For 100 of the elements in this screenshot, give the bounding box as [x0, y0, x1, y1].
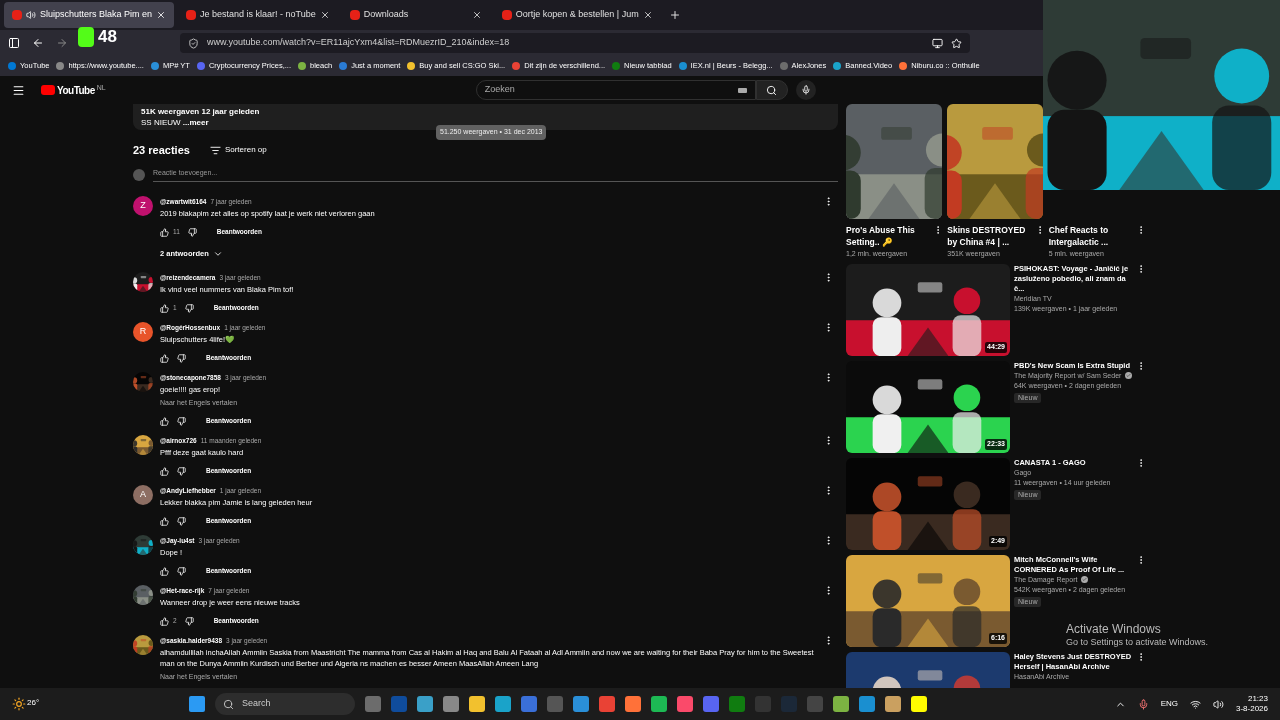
video-stats: 51K weergaven 12 jaar geleden: [141, 106, 261, 117]
favicon-icon: [512, 62, 521, 70]
back-icon[interactable]: [32, 37, 44, 49]
search-icon: [766, 84, 778, 96]
app-icon[interactable]: [469, 696, 486, 712]
short-title[interactable]: Pro's Abuse This Setting.. 🔑: [846, 224, 934, 248]
like-icon[interactable]: [160, 516, 169, 526]
verified-icon: [1081, 576, 1089, 583]
url-text: www.youtube.com/watch?v=ER11ajcYxm4&list=RDMuezrID_210&index=18: [207, 36, 511, 50]
search-icon: [223, 698, 235, 710]
favicon-icon: [501, 10, 512, 20]
comment-count: 23 reacties: [133, 142, 190, 158]
dislike-icon[interactable]: [184, 303, 194, 313]
close-icon[interactable]: [319, 10, 330, 20]
description-text: SS NIEUW ...meer: [141, 117, 210, 128]
like-icon[interactable]: [160, 416, 169, 426]
short-title[interactable]: Chef Reacts to Intergalactic ...: [1048, 224, 1136, 248]
close-icon[interactable]: [156, 10, 167, 20]
activation-title: Activate Windows: [1066, 622, 1162, 637]
sort-button[interactable]: Sorteren op: [209, 144, 267, 156]
voice-search-button[interactable]: [795, 80, 816, 100]
like-icon[interactable]: [160, 303, 169, 313]
dislike-icon[interactable]: [184, 616, 194, 626]
k-logo-icon: [78, 26, 94, 47]
volume-icon[interactable]: [1212, 698, 1224, 710]
counter-text: 48: [98, 26, 117, 48]
favicon-icon: [186, 10, 197, 20]
favicon-icon: [779, 62, 788, 70]
shield-icon: [188, 37, 199, 49]
search-button[interactable]: [755, 80, 788, 100]
dislike-icon[interactable]: [177, 516, 186, 526]
app-icon[interactable]: [833, 696, 850, 712]
tab-title: Sluipschutters Blaka Pim en: [40, 8, 153, 22]
dislike-icon[interactable]: [177, 466, 186, 476]
favicon-icon: [298, 62, 306, 70]
dislike-icon[interactable]: [187, 227, 197, 237]
avatar[interactable]: Z: [133, 196, 153, 216]
close-icon[interactable]: [642, 10, 653, 20]
keyboard-icon[interactable]: [737, 87, 747, 93]
app-icon[interactable]: [651, 696, 668, 712]
browser-tab[interactable]: Sluipschutters Blaka Pim en: [4, 2, 175, 28]
avatar[interactable]: R: [133, 322, 153, 342]
favicon-icon: [899, 62, 908, 70]
tab-title: Je bestand is klaar! - noTube: [200, 8, 316, 22]
favicon-icon: [407, 62, 416, 70]
network-icon[interactable]: [1189, 698, 1201, 710]
forward-icon[interactable]: [56, 37, 68, 49]
app-icon[interactable]: [911, 696, 928, 712]
favicon-icon: [612, 62, 621, 70]
address-bar[interactable]: www.youtube.com/watch?v=ER11ajcYxm4&list=RDMuezrID_210&index=18: [180, 33, 970, 53]
language-indicator[interactable]: ENG: [1160, 698, 1178, 710]
new-tab-icon[interactable]: [668, 9, 681, 21]
menu-icon[interactable]: [12, 83, 25, 97]
like-icon[interactable]: [160, 227, 169, 237]
windows-search-field[interactable]: Search: [215, 693, 356, 715]
favicon-icon: [196, 62, 205, 70]
app-icon[interactable]: [885, 696, 902, 712]
bookmark-star-icon[interactable]: [951, 37, 962, 49]
like-icon[interactable]: [160, 353, 169, 363]
avatar[interactable]: A: [133, 485, 153, 505]
play-logo-icon: [41, 85, 55, 95]
dislike-icon[interactable]: [177, 566, 186, 576]
close-icon[interactable]: [471, 10, 482, 20]
favicon-icon: [12, 10, 22, 20]
browser-tab[interactable]: Je bestand is klaar! - noTube: [178, 2, 338, 28]
clock[interactable]: 21:23 3-8-2026: [1235, 694, 1268, 714]
short-title[interactable]: Skins DESTROYED by China #4 | ...: [947, 224, 1035, 248]
tab-title: Downloads: [363, 8, 410, 22]
mic-icon[interactable]: [1137, 698, 1149, 710]
mic-icon: [800, 85, 811, 95]
app-icon[interactable]: [495, 696, 512, 712]
favicon-icon: [339, 62, 348, 70]
chevron-down-icon: [212, 249, 223, 259]
favicon-icon: [349, 10, 360, 20]
dislike-icon[interactable]: [177, 353, 186, 363]
start-icon[interactable]: [189, 696, 206, 712]
avatar: [133, 169, 145, 181]
description-box[interactable]: 51K weergaven 12 jaar geleden SS NIEUW ...meer: [133, 104, 838, 130]
app-icon[interactable]: [625, 696, 642, 712]
favicon-icon: [56, 62, 65, 70]
weather-widget[interactable]: 26°: [12, 697, 40, 711]
favicon-icon: [150, 62, 159, 70]
picture-in-picture-icon[interactable]: [932, 37, 943, 49]
like-icon[interactable]: [160, 616, 169, 626]
dislike-icon[interactable]: [177, 416, 186, 426]
logo-text: YouTube: [57, 83, 95, 98]
app-icon[interactable]: [417, 696, 434, 712]
like-icon[interactable]: [160, 466, 169, 476]
tab-title: Oortje kopen & bestellen | Jum: [515, 8, 639, 22]
browser-tab[interactable]: Downloads: [341, 2, 490, 28]
favicon-icon: [678, 62, 687, 70]
like-icon[interactable]: [160, 566, 169, 576]
browser-tab[interactable]: Oortje kopen & bestellen | Jum: [493, 2, 661, 28]
favicon-icon: [833, 62, 842, 70]
more-link[interactable]: ...meer: [182, 118, 209, 127]
sidebar-icon[interactable]: [8, 37, 20, 49]
verified-icon: [1125, 372, 1133, 379]
activation-text: Go to Settings to activate Windows.: [1066, 637, 1209, 648]
sun-icon: [12, 697, 26, 711]
favicon-icon: [8, 62, 16, 70]
